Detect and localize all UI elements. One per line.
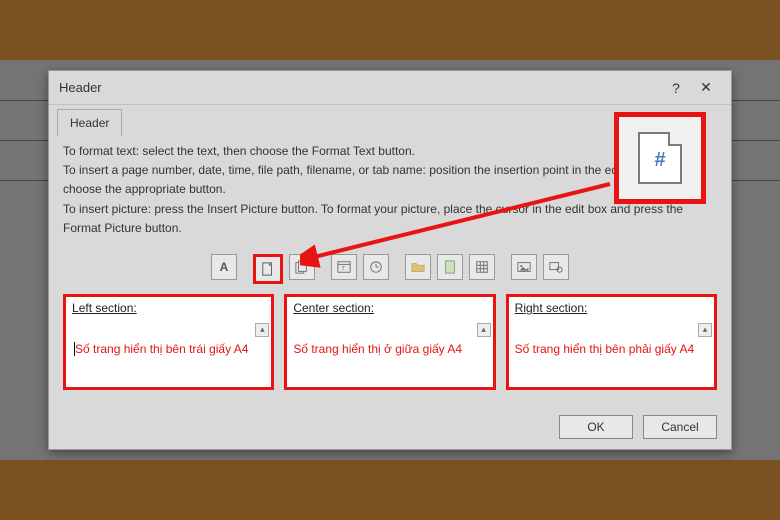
svg-text:7: 7 <box>341 265 345 272</box>
left-section-box[interactable]: Left section: ▴ Số trang hiển thị bên tr… <box>63 294 274 390</box>
insert-picture-button[interactable] <box>511 254 537 280</box>
scroll-up-icon[interactable]: ▴ <box>255 323 269 337</box>
insert-sheet-name-button[interactable] <box>469 254 495 280</box>
pages-icon <box>295 260 309 274</box>
sections-row: Left section: ▴ Số trang hiển thị bên tr… <box>49 294 731 390</box>
ok-button[interactable]: OK <box>559 415 633 439</box>
page-number-callout: # <box>614 112 706 204</box>
insert-time-button[interactable] <box>363 254 389 280</box>
dialog-footer: OK Cancel <box>559 415 717 439</box>
scroll-up-icon[interactable]: ▴ <box>477 323 491 337</box>
page-number-icon: # <box>638 132 682 184</box>
instruction-line-3: To insert picture: press the Insert Pict… <box>63 200 717 238</box>
format-picture-button[interactable] <box>543 254 569 280</box>
scroll-up-icon[interactable]: ▴ <box>698 323 712 337</box>
right-section-box[interactable]: Right section: ▴ Số trang hiển thị bên p… <box>506 294 717 390</box>
calendar-icon: 7 <box>337 260 351 274</box>
sheet-icon <box>475 260 489 274</box>
insert-file-name-button[interactable] <box>437 254 463 280</box>
center-section-label: Center section: <box>287 297 492 317</box>
right-section-text: Số trang hiển thị bên phải giấy A4 <box>509 317 714 381</box>
close-button[interactable]: ✕ <box>691 76 721 100</box>
format-text-icon: A <box>220 260 229 274</box>
file-icon <box>443 260 457 274</box>
header-toolbar: A 7 <box>49 248 731 294</box>
hash-icon: # <box>654 149 665 172</box>
center-section-text: Số trang hiển thị ở giữa giấy A4 <box>287 317 492 381</box>
page-icon <box>261 262 275 276</box>
help-button[interactable]: ? <box>661 76 691 100</box>
insert-page-number-button[interactable] <box>253 254 283 284</box>
folder-icon <box>411 260 425 274</box>
insert-file-path-button[interactable] <box>405 254 431 280</box>
dialog-title: Header <box>59 80 102 95</box>
dialog-titlebar: Header ? ✕ <box>49 71 731 105</box>
tab-header[interactable]: Header <box>57 109 122 136</box>
picture-icon <box>517 260 531 274</box>
cancel-button[interactable]: Cancel <box>643 415 717 439</box>
insert-date-button[interactable]: 7 <box>331 254 357 280</box>
center-section-box[interactable]: Center section: ▴ Số trang hiển thị ở gi… <box>284 294 495 390</box>
format-text-button[interactable]: A <box>211 254 237 280</box>
right-section-label: Right section: <box>509 297 714 317</box>
clock-icon <box>369 260 383 274</box>
insert-number-of-pages-button[interactable] <box>289 254 315 280</box>
left-section-text: Số trang hiển thị bên trái giấy A4 <box>66 317 271 381</box>
left-section-label: Left section: <box>66 297 271 317</box>
format-picture-icon <box>549 260 563 274</box>
